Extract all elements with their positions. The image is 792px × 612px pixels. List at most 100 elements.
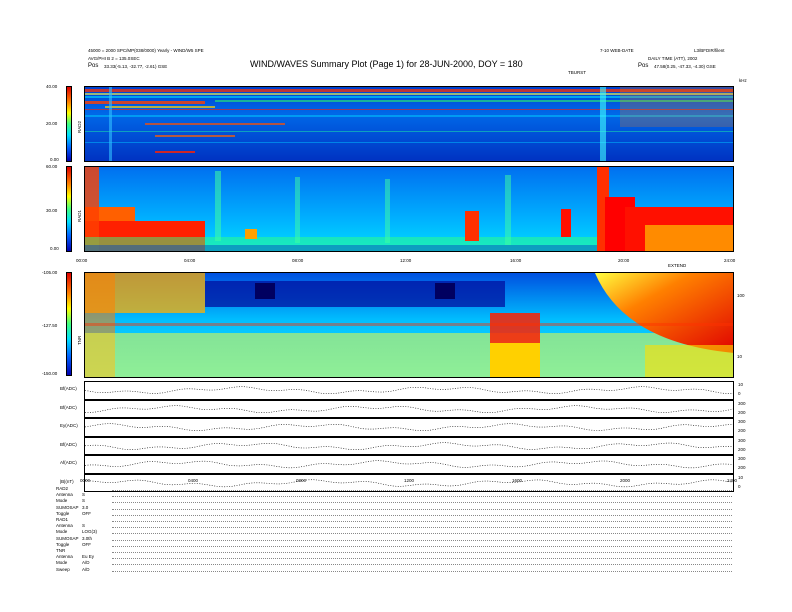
header-right-line1: 7-10 WEB-DATE bbox=[600, 48, 634, 53]
trace-range-high: 10 bbox=[738, 382, 744, 387]
tnr-right-tick-100: 100 bbox=[737, 293, 745, 298]
pos-right-value: 47.58(0.25, -47.33, -4.30) GSE bbox=[654, 64, 716, 69]
rad1-time-6: 24:00 bbox=[724, 258, 736, 263]
footer-value: A/D bbox=[82, 560, 90, 566]
pos-left-value: 33.33(-5.13, -32.77, -2.61) GSE bbox=[104, 64, 168, 69]
trace-line bbox=[84, 404, 734, 413]
footer-dotted-line bbox=[112, 514, 732, 516]
tnr-tick-bottom: -150.00 bbox=[42, 371, 58, 376]
footer-key: Antenna bbox=[56, 523, 73, 529]
rad2-tick-mid: 20.00 bbox=[46, 121, 58, 126]
header-left-line1: 45000 = 2000 SPC/MP(038/0000) Yearly - W… bbox=[88, 48, 204, 53]
tnr-spectrogram bbox=[84, 272, 734, 378]
tnr-right-tick-10: 10 bbox=[737, 354, 743, 359]
trace-range-high: 10 bbox=[738, 474, 744, 480]
tburst-tag: TBURST bbox=[568, 70, 586, 75]
footer-key: SUMOSAP bbox=[56, 535, 79, 541]
rad1-svg bbox=[85, 167, 733, 251]
trace-range-high: 300 bbox=[738, 419, 746, 424]
footer-key: Mode bbox=[56, 560, 68, 566]
footer-dotted-line bbox=[112, 502, 732, 504]
footer-value: Eu Ey bbox=[82, 554, 95, 560]
rad1-tick-mid: 30.00 bbox=[46, 208, 58, 213]
footer-dotted-line bbox=[112, 539, 732, 541]
tnr-tick-top: -105.00 bbox=[42, 270, 58, 275]
trace-range-low: 200 bbox=[738, 465, 746, 470]
trace-range-high: 300 bbox=[738, 437, 746, 443]
footer-key: Mode bbox=[56, 498, 68, 504]
rad1-time-0: 00:00 bbox=[76, 258, 88, 263]
trace-line bbox=[84, 460, 734, 469]
bottom-time-1: 0400 bbox=[188, 478, 199, 483]
footer-value: S bbox=[82, 498, 86, 504]
trace-range-low: 0 bbox=[738, 483, 741, 489]
trace-range-high: 300 bbox=[738, 456, 746, 461]
rad2-svg bbox=[85, 87, 733, 161]
khz-tag: kHz bbox=[739, 78, 747, 83]
tnr-tick-mid: -127.50 bbox=[42, 323, 58, 328]
rad1-spectrogram bbox=[84, 166, 734, 252]
rad2-tick-top: 40.00 bbox=[46, 84, 58, 89]
trace-label: Ey(ADC) bbox=[60, 423, 78, 428]
footer-dotted-line bbox=[112, 490, 732, 491]
footer-key: Toggle bbox=[56, 541, 70, 547]
rad1-time-tag: EXTEND bbox=[668, 263, 687, 268]
footer-value: OFF bbox=[82, 510, 91, 516]
trace-range-low: 200 bbox=[738, 446, 746, 452]
footer-value: S bbox=[82, 523, 86, 529]
rad1-time-1: 04:00 bbox=[184, 258, 196, 263]
trace-panel bbox=[84, 436, 734, 455]
rad2-tick-bottom: 0.00 bbox=[50, 157, 59, 162]
footer-value: LOG(3) bbox=[82, 529, 98, 535]
trace-range-high: 300 bbox=[738, 400, 746, 406]
header-right-corner: L3/BFDIR/filent bbox=[694, 48, 725, 53]
rad2-spectrogram bbox=[84, 86, 734, 162]
trace-range-low: 0 bbox=[738, 391, 741, 396]
rad1-time-5: 20:00 bbox=[618, 258, 630, 263]
footer-key: RAD1 bbox=[56, 517, 69, 522]
footer-dotted-line bbox=[112, 496, 732, 498]
rad2-label: RAD2 bbox=[77, 120, 82, 133]
bottom-time-4: 1600 bbox=[512, 478, 523, 483]
bottom-time-3: 1200 bbox=[404, 478, 415, 483]
footer-key: RAD2 bbox=[56, 486, 69, 491]
footer-dotted-line bbox=[112, 545, 732, 547]
pos-right-label: Pos bbox=[638, 63, 649, 69]
rad1-time-2: 08:00 bbox=[292, 258, 304, 263]
rad1-colorbar bbox=[66, 166, 72, 252]
tnr-label: TNR bbox=[77, 335, 82, 345]
trace-panel bbox=[84, 455, 734, 474]
trace-line bbox=[84, 386, 734, 394]
footer-dotted-line bbox=[112, 533, 732, 535]
footer-key: Sweep bbox=[56, 566, 70, 572]
rad1-tick-bottom: 0.00 bbox=[50, 246, 59, 251]
footer-value: 3.0th bbox=[82, 535, 93, 541]
footer-key: SUMOSAP bbox=[56, 504, 79, 510]
pos-left-label: Pos bbox=[88, 63, 99, 69]
trace-label: Bf(ADC) bbox=[60, 386, 77, 391]
footer-dotted-line bbox=[112, 570, 732, 572]
bottom-time-5: 2000 bbox=[620, 478, 631, 483]
bottom-time-2: 0800 bbox=[296, 478, 307, 483]
footer-dotted-line bbox=[112, 527, 732, 529]
trace-line bbox=[84, 441, 734, 450]
footer-key: Antenna bbox=[56, 492, 73, 498]
footer-dotted-line bbox=[112, 558, 732, 560]
trace-label: Bf(ADC) bbox=[60, 404, 77, 410]
footer-key: Mode bbox=[56, 529, 68, 535]
footer-key: Toggle bbox=[56, 510, 70, 516]
trace-range-low: 200 bbox=[738, 428, 746, 433]
footer-dotted-line bbox=[112, 552, 732, 553]
trace-label: Bf(ADC) bbox=[60, 441, 77, 447]
trace-line bbox=[84, 423, 734, 432]
trace-panel bbox=[84, 399, 734, 418]
footer-value: OFF bbox=[82, 541, 91, 547]
trace-panel bbox=[84, 418, 734, 437]
rad1-time-4: 16:00 bbox=[510, 258, 522, 263]
footer-key: TNR bbox=[56, 548, 66, 553]
trace-range-low: 200 bbox=[738, 409, 746, 415]
footer-key: Antenna bbox=[56, 554, 73, 560]
rad1-tick-top: 60.00 bbox=[46, 164, 58, 169]
footer-dotted-line bbox=[112, 521, 732, 522]
rad1-time-3: 12:00 bbox=[400, 258, 412, 263]
